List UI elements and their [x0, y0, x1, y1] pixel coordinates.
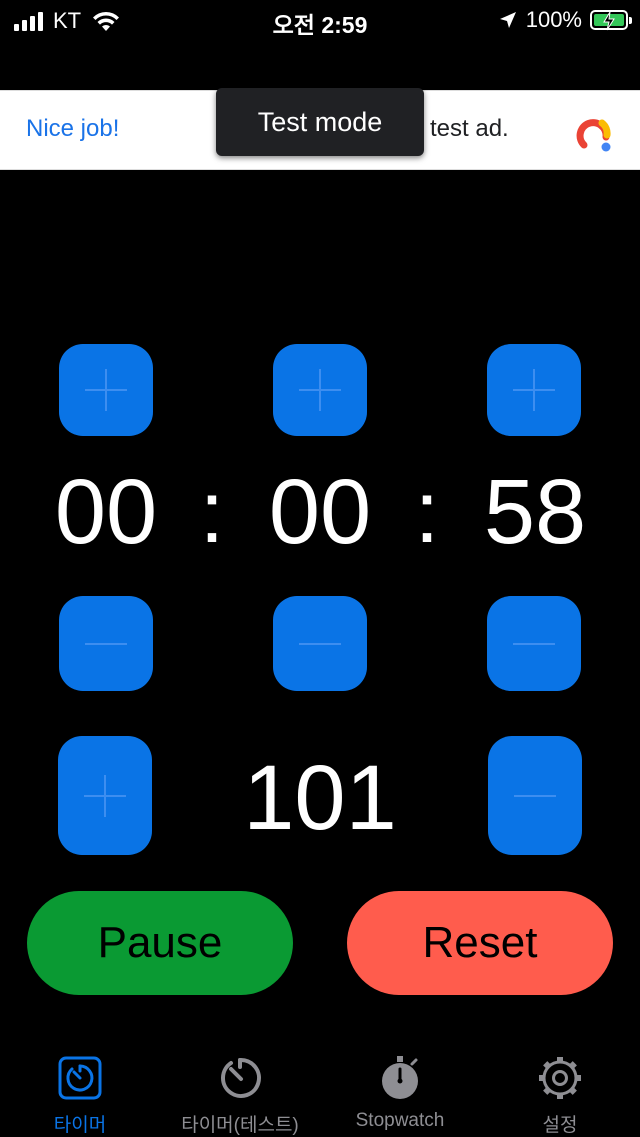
time-separator: : — [199, 462, 225, 561]
tab-label: 타이머 — [53, 1115, 107, 1136]
reset-button[interactable]: Reset — [347, 891, 613, 995]
time-separator: : — [414, 462, 440, 561]
gear-icon — [539, 1057, 581, 1099]
minutes-display: 00 — [268, 461, 372, 563]
tab-stopwatch[interactable]: Stopwatch — [320, 1040, 480, 1136]
tab-bar: 타이머 타이머(테스트) Stopwatch 설정 — [0, 1040, 640, 1136]
tab-label: Stopwatch — [355, 1110, 445, 1131]
ad-headline: Nice job! — [26, 115, 120, 142]
ad-body-text: test ad. — [430, 115, 509, 142]
count-increment-button[interactable] — [58, 736, 152, 855]
minus-icon — [513, 623, 555, 665]
minus-icon — [85, 623, 127, 665]
status-bar: KT 오전 2:59 100% — [0, 0, 640, 40]
battery-percent: 100% — [525, 7, 582, 32]
tab-timer[interactable]: 타이머 — [0, 1040, 160, 1136]
hours-increment-button[interactable] — [59, 344, 153, 436]
tab-label: 타이머(테스트) — [181, 1115, 299, 1136]
plus-icon — [513, 369, 555, 411]
dial-icon — [221, 1057, 261, 1098]
test-mode-tooltip: Test mode — [216, 88, 424, 156]
minus-icon — [514, 775, 556, 817]
google-ads-logo-icon — [576, 119, 611, 152]
pause-button[interactable]: Pause — [27, 891, 293, 995]
plus-icon — [299, 369, 341, 411]
minus-icon — [299, 623, 341, 665]
hours-decrement-button[interactable] — [59, 596, 153, 691]
tab-label: 설정 — [542, 1115, 578, 1136]
status-right: 100% — [498, 6, 632, 34]
seconds-decrement-button[interactable] — [487, 596, 581, 691]
location-arrow-icon — [499, 12, 516, 28]
count-decrement-button[interactable] — [488, 736, 582, 855]
minutes-decrement-button[interactable] — [273, 596, 367, 691]
battery-icon — [590, 10, 632, 31]
seconds-display: 58 — [483, 461, 587, 563]
plus-icon — [85, 369, 127, 411]
tab-settings[interactable]: 설정 — [480, 1040, 640, 1136]
hours-display: 00 — [54, 461, 158, 563]
seconds-increment-button[interactable] — [487, 344, 581, 436]
tab-timer-test[interactable]: 타이머(테스트) — [160, 1040, 320, 1136]
count-display: 101 — [243, 747, 397, 849]
timer-icon — [58, 1056, 102, 1100]
plus-icon — [84, 774, 126, 817]
stopwatch-icon — [382, 1056, 418, 1099]
minutes-increment-button[interactable] — [273, 344, 367, 436]
